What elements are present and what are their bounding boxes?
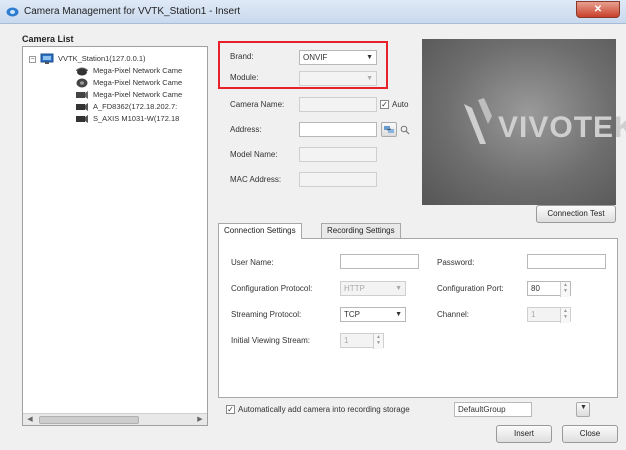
tree-camera-row[interactable]: A_FD8362(172.18.202.7: [23,101,207,113]
close-button[interactable]: Close [562,425,618,443]
configuration-port-stepper[interactable]: 80 ▲ ▼ [527,281,571,297]
auto-label: Auto [392,100,409,109]
tree-camera-row[interactable]: S_AXIS M1031-W(172.18 [23,113,207,125]
station-label: VVTK_Station1(127.0.0.1) [58,54,146,63]
auto-checkbox[interactable]: ✓ [380,100,389,109]
camera-list-title: Camera List [22,34,74,44]
camera-list-panel: Camera List − VVTK_Station1(127.0.0.1) M… [22,34,208,426]
dome-camera-icon [76,78,88,88]
channel-stepper[interactable]: 1 ▲ ▼ [527,307,571,323]
module-dropdown[interactable]: ▼ [299,71,377,86]
tree-camera-row[interactable]: Mega-Pixel Network Came [23,65,207,77]
model-name-input[interactable] [299,147,377,162]
mac-address-input[interactable] [299,172,377,187]
camera-tree[interactable]: − VVTK_Station1(127.0.0.1) Mega-Pixel Ne… [22,46,208,426]
chevron-down-icon: ▼ [366,54,373,61]
address-input[interactable] [299,122,377,137]
initial-viewing-stream-value: 1 [344,336,349,345]
user-name-input[interactable] [340,254,419,269]
mac-address-label: MAC Address: [230,175,282,184]
camera-label: S_AXIS M1031-W(172.18 [93,114,180,123]
brand-value: ONVIF [303,53,328,62]
scroll-right-icon[interactable]: ▶ [195,415,205,425]
initial-viewing-stream-label: Initial Viewing Stream: [231,336,310,345]
station-icon [40,53,54,64]
recording-group-dropdown[interactable]: DefaultGroup [454,402,532,417]
insert-button[interactable]: Insert [496,425,552,443]
tree-horizontal-scrollbar[interactable]: ◀ ▶ [23,413,207,425]
brand-dropdown[interactable]: ONVIF ▼ [299,50,377,65]
streaming-protocol-dropdown[interactable]: TCP ▼ [340,307,406,322]
collapse-icon[interactable]: − [29,56,36,63]
network-search-button[interactable] [381,122,397,137]
brand-label: Brand: [230,52,254,61]
tab-connection-settings[interactable]: Connection Settings [218,223,302,239]
camera-label: Mega-Pixel Network Came [93,66,183,75]
tree-camera-row[interactable]: Mega-Pixel Network Came [23,77,207,89]
tab-recording-settings[interactable]: Recording Settings [321,223,401,238]
vivotek-logo-text: VIVOTEK [498,111,626,144]
spin-arrows-icon[interactable]: ▲ ▼ [560,308,570,323]
spin-arrows-icon[interactable]: ▲ ▼ [560,282,570,297]
dome-camera-icon [76,67,88,76]
scroll-thumb[interactable] [39,416,139,424]
auto-add-label: Automatically add camera into recording … [238,405,410,414]
chevron-down-icon: ▼ [395,311,402,318]
camera-label: Mega-Pixel Network Came [93,90,183,99]
password-input[interactable] [527,254,606,269]
title-bar[interactable]: Camera Management for VVTK_Station1 - In… [0,0,626,24]
initial-viewing-stream-stepper[interactable]: 1 ▲ ▼ [340,333,384,349]
camera-label: Mega-Pixel Network Came [93,78,183,87]
streaming-protocol-value: TCP [344,310,360,319]
tree-station-row[interactable]: − VVTK_Station1(127.0.0.1) [23,53,207,65]
settings-tabs: Connection Settings Recording Settings U… [218,223,618,398]
user-name-label: User Name: [231,258,274,267]
tree-camera-row[interactable]: Mega-Pixel Network Came [23,89,207,101]
chevron-down-icon: ▼ [366,75,373,82]
box-camera-icon [76,91,88,99]
connection-settings-panel: User Name: Password: Configuration Proto… [218,238,618,398]
camera-name-label: Camera Name: [230,100,285,109]
configuration-protocol-dropdown[interactable]: HTTP ▼ [340,281,406,296]
auto-add-checkbox[interactable]: ✓ [226,405,235,414]
connection-test-button[interactable]: Connection Test [536,205,616,223]
configuration-port-label: Configuration Port: [437,284,504,293]
configuration-port-value: 80 [531,284,540,293]
password-label: Password: [437,258,475,267]
box-camera-icon [76,103,88,111]
network-icon [384,126,394,133]
dialog-body: Camera List − VVTK_Station1(127.0.0.1) M… [0,24,626,450]
channel-label: Channel: [437,310,470,319]
configuration-protocol-value: HTTP [344,284,365,293]
chevron-down-icon: ▼ [580,404,587,411]
brand-logo-panel: VIVOTEK [422,39,626,205]
streaming-protocol-label: Streaming Protocol: [231,310,302,319]
box-camera-icon [76,115,88,123]
recording-group-value: DefaultGroup [458,405,506,414]
search-icon[interactable] [400,125,410,135]
scroll-left-icon[interactable]: ◀ [25,415,35,425]
camera-label: A_FD8362(172.18.202.7: [93,102,178,111]
model-name-label: Model Name: [230,150,278,159]
app-icon [6,7,19,17]
window-title: Camera Management for VVTK_Station1 - In… [24,6,241,17]
address-label: Address: [230,125,262,134]
chevron-down-icon: ▼ [395,285,402,292]
channel-value: 1 [531,310,536,319]
camera-name-input[interactable] [299,97,377,112]
module-label: Module: [230,73,259,82]
window-close-button[interactable]: ✕ [576,1,620,18]
configuration-protocol-label: Configuration Protocol: [231,284,313,293]
spin-arrows-icon[interactable]: ▲ ▼ [373,334,383,349]
recording-group-dropdown-button[interactable]: ▼ [576,402,590,417]
camera-management-window: Camera Management for VVTK_Station1 - In… [0,0,626,450]
